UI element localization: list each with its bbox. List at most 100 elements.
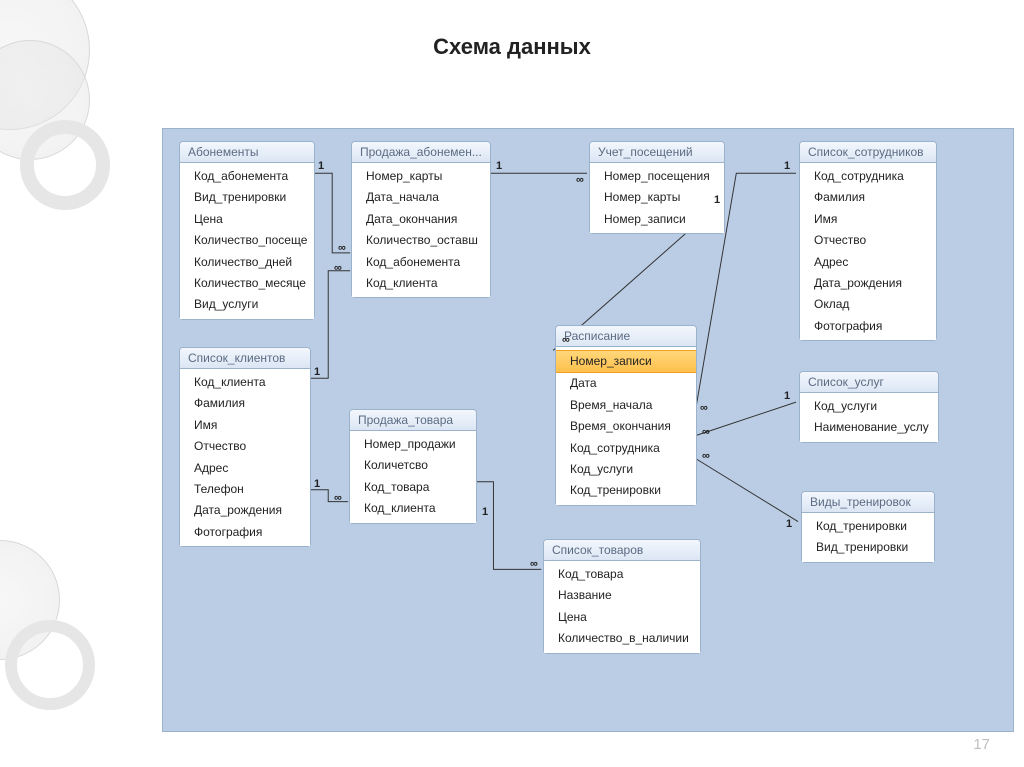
field-item[interactable]: Код_клиента: [352, 273, 490, 294]
cardinality-label: ∞: [337, 243, 347, 254]
field-item[interactable]: Код_абонемента: [352, 252, 490, 273]
field-item[interactable]: Код_услуги: [800, 396, 938, 417]
field-item[interactable]: Вид_тренировки: [802, 537, 934, 558]
field-item[interactable]: Вид_услуги: [180, 294, 314, 315]
table-fields: Номер_записиДатаВремя_началаВремя_оконча…: [556, 347, 696, 505]
field-item[interactable]: Номер_записи: [556, 350, 696, 373]
field-item[interactable]: Количество_посеще: [180, 230, 314, 251]
cardinality-label: 1: [713, 195, 721, 206]
field-item[interactable]: Адрес: [800, 252, 936, 273]
field-item[interactable]: Имя: [180, 415, 310, 436]
field-item[interactable]: Адрес: [180, 458, 310, 479]
cardinality-label: 1: [313, 479, 321, 490]
table-title[interactable]: Список_товаров: [544, 540, 700, 561]
field-item[interactable]: Код_товара: [544, 564, 700, 585]
field-item[interactable]: Код_клиента: [350, 498, 476, 519]
table-tovary[interactable]: Список_товаровКод_товараНазваниеЦенаКоли…: [543, 539, 701, 654]
table-prodazha_ab[interactable]: Продажа_абонемен...Номер_картыДата_начал…: [351, 141, 491, 298]
cardinality-label: 1: [495, 161, 503, 172]
field-item[interactable]: Имя: [800, 209, 936, 230]
cardinality-label: 1: [317, 161, 325, 172]
field-item[interactable]: Телефон: [180, 479, 310, 500]
field-item[interactable]: Количетсво: [350, 455, 476, 476]
field-item[interactable]: Код_тренировки: [802, 516, 934, 537]
field-item[interactable]: Дата: [556, 373, 696, 394]
field-item[interactable]: Количество_оставш: [352, 230, 490, 251]
field-item[interactable]: Фамилия: [800, 187, 936, 208]
field-item[interactable]: Время_окончания: [556, 416, 696, 437]
table-fields: Код_клиентаФамилияИмяОтчествоАдресТелефо…: [180, 369, 310, 546]
table-title[interactable]: Продажа_абонемен...: [352, 142, 490, 163]
field-item[interactable]: Дата_окончания: [352, 209, 490, 230]
field-item[interactable]: Фотография: [180, 522, 310, 543]
table-trenirovki[interactable]: Виды_тренировокКод_тренировкиВид_трениро…: [801, 491, 935, 563]
table-title[interactable]: Расписание: [556, 326, 696, 347]
field-item[interactable]: Вид_тренировки: [180, 187, 314, 208]
cardinality-label: 1: [785, 519, 793, 530]
field-item[interactable]: Код_услуги: [556, 459, 696, 480]
cardinality-label: ∞: [701, 451, 711, 462]
cardinality-label: 1: [783, 391, 791, 402]
field-item[interactable]: Дата_рождения: [800, 273, 936, 294]
cardinality-label: ∞: [575, 175, 585, 186]
cardinality-label: ∞: [333, 493, 343, 504]
table-title[interactable]: Список_сотрудников: [800, 142, 936, 163]
table-uslugi[interactable]: Список_услуг Код_услугиНаименование_услу: [799, 371, 939, 443]
field-item[interactable]: Дата_начала: [352, 187, 490, 208]
table-abonementy[interactable]: АбонементыКод_абонементаВид_тренировкиЦе…: [179, 141, 315, 320]
field-item[interactable]: Код_товара: [350, 477, 476, 498]
field-item[interactable]: Код_клиента: [180, 372, 310, 393]
page-title: Схема данных: [0, 34, 1024, 60]
field-item[interactable]: Цена: [544, 607, 700, 628]
cardinality-label: 1: [783, 161, 791, 172]
cardinality-label: ∞: [701, 427, 711, 438]
field-item[interactable]: Код_сотрудника: [800, 166, 936, 187]
field-item[interactable]: Дата_рождения: [180, 500, 310, 521]
table-klienty[interactable]: Список_клиентовКод_клиентаФамилияИмяОтче…: [179, 347, 311, 547]
field-item[interactable]: Отчество: [800, 230, 936, 251]
field-item[interactable]: Номер_карты: [590, 187, 724, 208]
decorative-ring: [20, 120, 110, 210]
cardinality-label: 1: [481, 507, 489, 518]
table-prodazha_tov[interactable]: Продажа_товараНомер_продажиКоличетсвоКод…: [349, 409, 477, 524]
table-fields: Номер_продажиКоличетсвоКод_товараКод_кли…: [350, 431, 476, 523]
table-fields: Номер_картыДата_началаДата_окончанияКоли…: [352, 163, 490, 297]
table-sotrudniki[interactable]: Список_сотрудниковКод_сотрудникаФамилияИ…: [799, 141, 937, 341]
field-item[interactable]: Фамилия: [180, 393, 310, 414]
cardinality-label: 1: [313, 367, 321, 378]
field-item[interactable]: Фотография: [800, 316, 936, 337]
table-title[interactable]: Виды_тренировок: [802, 492, 934, 513]
field-item[interactable]: Название: [544, 585, 700, 606]
field-item[interactable]: Код_абонемента: [180, 166, 314, 187]
table-title[interactable]: Абонементы: [180, 142, 314, 163]
field-item[interactable]: Номер_посещения: [590, 166, 724, 187]
field-item[interactable]: Код_тренировки: [556, 480, 696, 501]
field-item[interactable]: Отчество: [180, 436, 310, 457]
table-raspisanie[interactable]: РасписаниеНомер_записиДатаВремя_началаВр…: [555, 325, 697, 506]
table-fields: Код_товараНазваниеЦенаКоличество_в_налич…: [544, 561, 700, 653]
page-number: 17: [973, 736, 990, 753]
cardinality-label: ∞: [561, 335, 571, 346]
field-item[interactable]: Цена: [180, 209, 314, 230]
field-item[interactable]: Код_сотрудника: [556, 438, 696, 459]
field-item[interactable]: Номер_карты: [352, 166, 490, 187]
cardinality-label: ∞: [699, 403, 709, 414]
field-item[interactable]: Номер_записи: [590, 209, 724, 230]
field-item[interactable]: Оклад: [800, 294, 936, 315]
table-title[interactable]: Список_услуг: [800, 372, 938, 393]
field-item[interactable]: Количество_дней: [180, 252, 314, 273]
table-uchet[interactable]: Учет_посещений Номер_посещенияНомер_карты…: [589, 141, 725, 234]
table-title[interactable]: Учет_посещений: [590, 142, 724, 163]
table-fields: Код_абонементаВид_тренировкиЦенаКоличест…: [180, 163, 314, 319]
table-fields: Код_сотрудникаФамилияИмяОтчествоАдресДат…: [800, 163, 936, 340]
field-item[interactable]: Наименование_услу: [800, 417, 938, 438]
table-fields: Код_тренировкиВид_тренировки: [802, 513, 934, 562]
relationships-canvas[interactable]: АбонементыКод_абонементаВид_тренировкиЦе…: [162, 128, 1014, 732]
field-item[interactable]: Номер_продажи: [350, 434, 476, 455]
table-title[interactable]: Продажа_товара: [350, 410, 476, 431]
field-item[interactable]: Время_начала: [556, 395, 696, 416]
field-item[interactable]: Количество_месяце: [180, 273, 314, 294]
cardinality-label: ∞: [333, 263, 343, 274]
field-item[interactable]: Количество_в_наличии: [544, 628, 700, 649]
table-title[interactable]: Список_клиентов: [180, 348, 310, 369]
